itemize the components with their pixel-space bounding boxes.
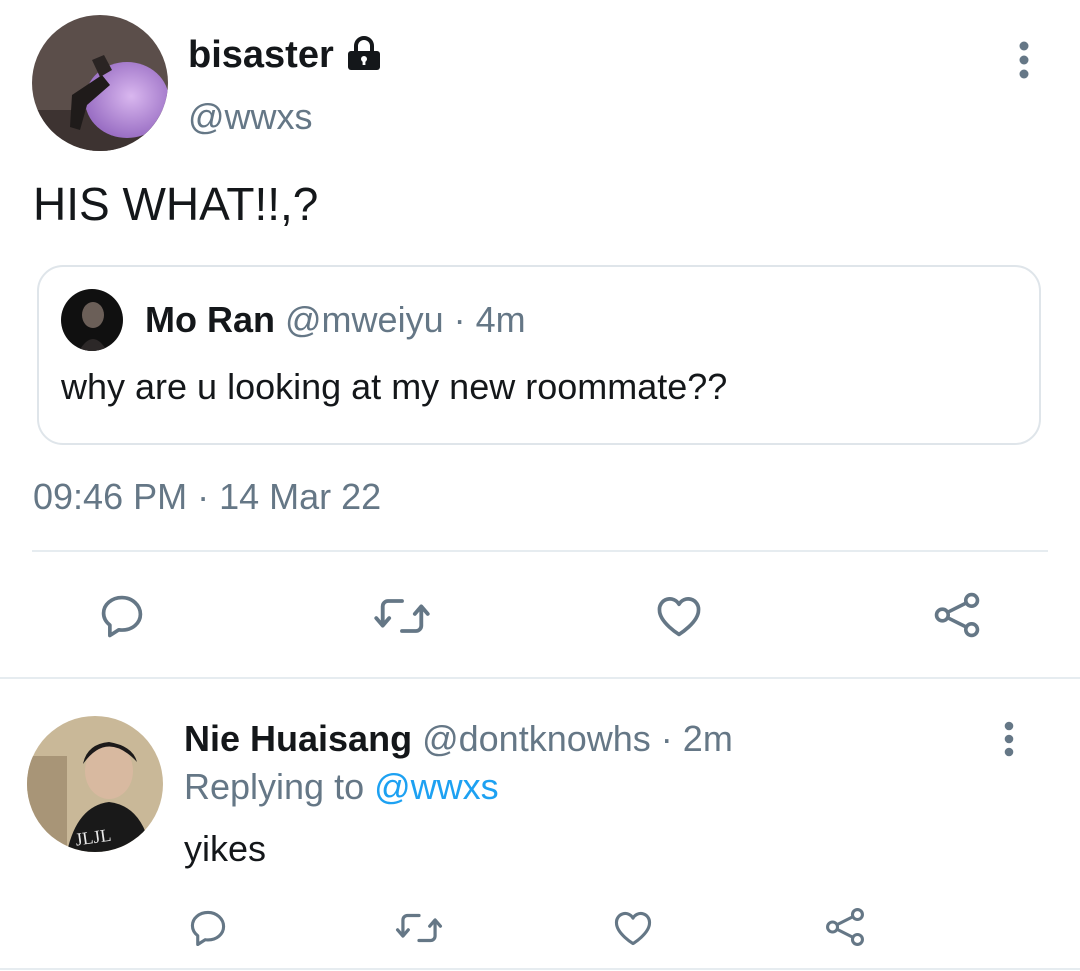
author-handle[interactable]: @wwxs [188, 95, 313, 139]
bottom-divider [0, 968, 1080, 970]
separator-dot: · [453, 299, 466, 340]
timestamp-divider [32, 550, 1048, 552]
like-icon[interactable] [610, 906, 656, 950]
reply-author-avatar[interactable]: JLJL [27, 716, 163, 852]
like-icon[interactable] [652, 590, 706, 642]
author-avatar[interactable] [32, 15, 168, 151]
replying-to-link[interactable]: @wwxs [374, 766, 499, 807]
more-options-icon[interactable] [1008, 40, 1040, 80]
reply-author-handle[interactable]: @dontknowhs [422, 718, 651, 759]
author-name[interactable]: bisaster [188, 32, 334, 78]
retweet-icon[interactable] [394, 906, 444, 950]
tweet-text: HIS WHAT!!,? [33, 178, 319, 230]
lock-icon [344, 34, 384, 74]
reply-author-name[interactable]: Nie Huaisang [184, 718, 412, 759]
share-icon[interactable] [930, 588, 984, 642]
reply-time: 2m [682, 718, 733, 759]
retweet-icon[interactable] [372, 590, 432, 642]
reply-text: yikes [184, 828, 267, 869]
reply-icon[interactable] [186, 906, 230, 950]
quoted-author-handle[interactable]: @mweiyu [285, 299, 444, 340]
replying-to-label: Replying to [184, 766, 365, 807]
quoted-author-avatar[interactable] [61, 289, 123, 351]
quoted-time: 4m [475, 299, 526, 340]
reply-icon[interactable] [96, 590, 148, 642]
quoted-tweet-card[interactable]: Mo Ran @mweiyu · 4m why are u looking at… [37, 265, 1041, 445]
section-divider [0, 677, 1080, 679]
quoted-author-name[interactable]: Mo Ran [145, 299, 275, 340]
separator-dot: · [660, 718, 673, 759]
share-icon[interactable] [822, 904, 868, 950]
tweet-timestamp: 09:46 PM · 14 Mar 22 [33, 476, 382, 517]
more-options-icon[interactable] [994, 720, 1024, 758]
quoted-tweet-text: why are u looking at my new roommate?? [61, 366, 728, 407]
